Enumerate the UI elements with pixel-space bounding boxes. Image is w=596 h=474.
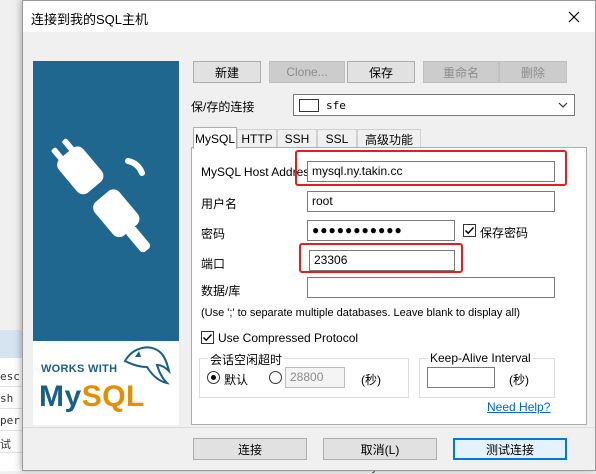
background-cell: sh bbox=[0, 392, 14, 405]
check-icon bbox=[464, 226, 475, 235]
works-with-label: WORKS WITH bbox=[41, 363, 118, 375]
saved-connection-value: sfe bbox=[326, 99, 346, 112]
dialog-title: 连接到我的SQL主机 bbox=[31, 12, 149, 27]
connect-dialog: 连接到我的SQL主机 WORKS WITH MySQL 新建 Clone... … bbox=[22, 0, 596, 471]
background-cell: per bbox=[0, 414, 20, 427]
plug-icon bbox=[51, 138, 151, 253]
idle-custom-radio[interactable] bbox=[269, 371, 282, 384]
rename-button[interactable]: 重命名 bbox=[423, 61, 499, 83]
password-input[interactable]: ●●●●●●●●●●● bbox=[307, 220, 455, 241]
keep-alive-unit-label: (秒) bbox=[509, 373, 529, 387]
need-help-link[interactable]: Need Help? bbox=[487, 400, 550, 414]
clone-button[interactable]: Clone... bbox=[269, 61, 345, 83]
compressed-protocol-label: Use Compressed Protocol bbox=[218, 331, 359, 345]
save-password-label: 保存密码 bbox=[480, 226, 529, 240]
dolphin-icon bbox=[123, 346, 171, 385]
mysql-logo-panel: WORKS WITH MySQL bbox=[33, 61, 179, 425]
password-label: 密码 bbox=[201, 227, 226, 241]
port-label: 端口 bbox=[201, 257, 226, 271]
chevron-down-icon bbox=[558, 102, 568, 108]
background-cell: esc bbox=[0, 370, 20, 383]
idle-default-label: 默认 bbox=[224, 373, 249, 387]
host-highlight bbox=[295, 150, 567, 186]
close-button[interactable] bbox=[553, 1, 595, 32]
port-highlight bbox=[299, 243, 463, 273]
idle-unit-label: (秒) bbox=[361, 373, 381, 387]
idle-default-radio[interactable] bbox=[207, 371, 220, 384]
cancel-button[interactable]: 取消(L) bbox=[323, 438, 437, 460]
database-label: 数据/库 bbox=[201, 284, 241, 298]
tab-advanced[interactable]: 高级功能 bbox=[357, 129, 421, 148]
connection-color-swatch bbox=[299, 99, 319, 112]
keep-alive-title: Keep-Alive Interval bbox=[428, 351, 533, 365]
footer-divider bbox=[23, 427, 595, 428]
new-button[interactable]: 新建 bbox=[193, 61, 261, 83]
database-input[interactable] bbox=[307, 277, 555, 298]
tab-mysql[interactable]: MySQL bbox=[193, 127, 237, 149]
database-hint: (Use ';' to separate multiple databases.… bbox=[201, 307, 521, 319]
keep-alive-input[interactable] bbox=[427, 367, 495, 388]
works-with-mysql-badge: WORKS WITH MySQL bbox=[33, 341, 179, 425]
test-connection-button[interactable]: 测试连接 bbox=[453, 438, 567, 460]
tab-ssl[interactable]: SSL bbox=[317, 129, 357, 148]
check-icon bbox=[202, 333, 213, 342]
background-cell: 试 bbox=[0, 438, 11, 451]
saved-connection-select[interactable]: sfe bbox=[293, 94, 575, 116]
idle-timeout-input[interactable]: 28800 bbox=[285, 367, 345, 388]
save-button[interactable]: 保存 bbox=[347, 61, 415, 83]
compressed-protocol-checkbox[interactable] bbox=[201, 331, 214, 344]
dialog-titlebar: 连接到我的SQL主机 bbox=[23, 1, 595, 32]
idle-timeout-title: 会话空闲超时 bbox=[208, 351, 285, 368]
tab-http[interactable]: HTTP bbox=[237, 129, 277, 148]
connect-button[interactable]: 连接 bbox=[193, 438, 307, 460]
saved-connection-label: 保/存的连接 bbox=[191, 100, 255, 114]
user-label: 用户名 bbox=[201, 197, 238, 211]
delete-button[interactable]: 删除 bbox=[499, 61, 567, 83]
tab-ssh[interactable]: SSH bbox=[277, 129, 317, 148]
save-password-checkbox[interactable] bbox=[463, 224, 476, 237]
close-icon bbox=[568, 11, 580, 22]
user-input[interactable]: root bbox=[307, 191, 555, 212]
